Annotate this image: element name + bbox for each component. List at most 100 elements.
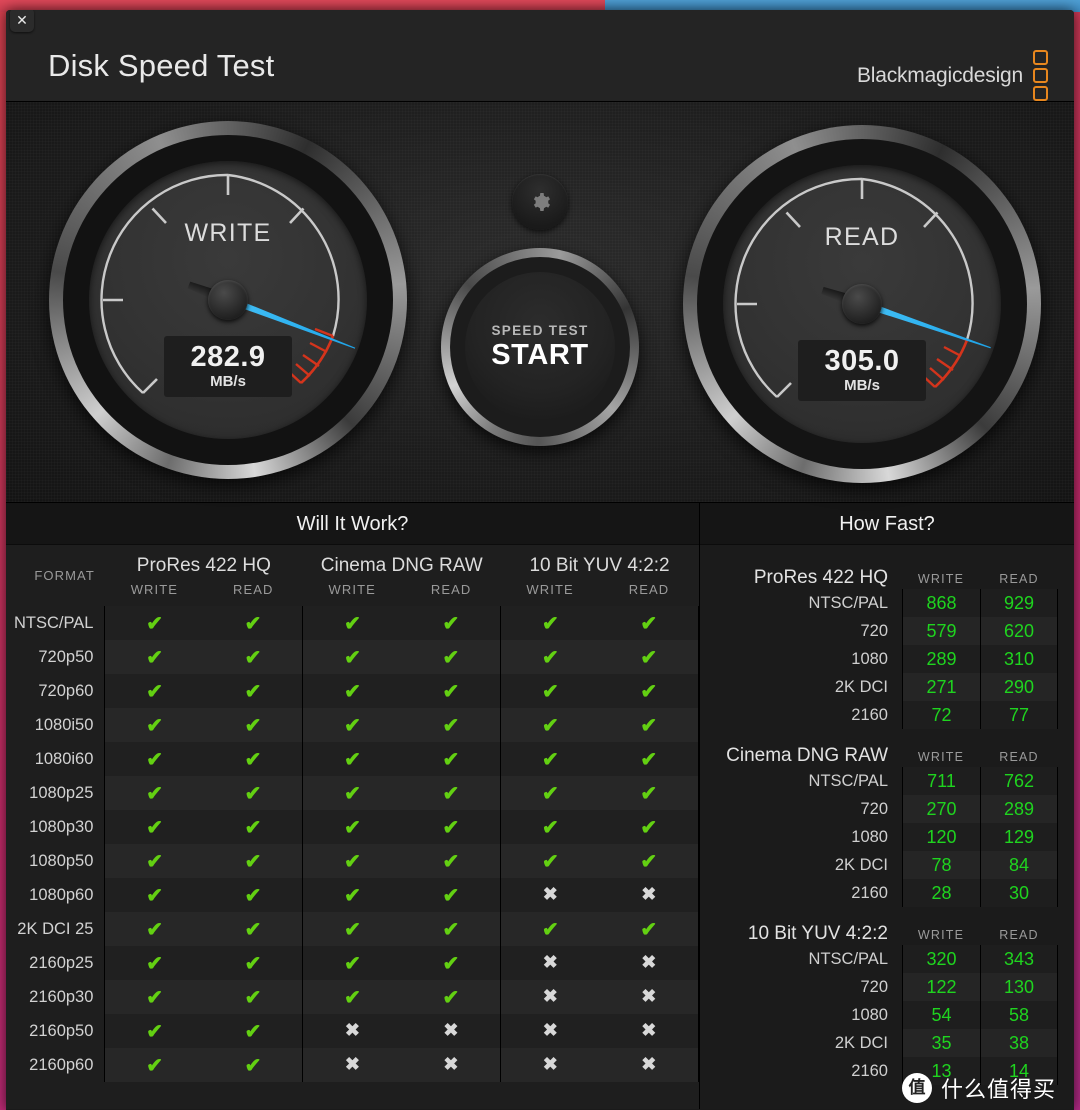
subheader-3: READ (430, 582, 472, 597)
cross-icon: ✖ (641, 1054, 657, 1074)
how-fast-col-write: WRITE (917, 572, 965, 586)
read-gauge-hub (842, 284, 882, 324)
cell-supported: ✔ (401, 776, 501, 810)
brand-text: Blackmagicdesign (856, 63, 1023, 87)
cell-supported: ✔ (401, 640, 501, 674)
check-icon: ✔ (442, 850, 460, 873)
cell-supported: ✔ (302, 878, 402, 912)
write-gauge: WRITE 282.9 MB/s (38, 120, 418, 480)
cell-supported: ✔ (302, 776, 402, 810)
cross-icon: ✖ (344, 1054, 361, 1074)
how-fast-col-write: WRITE (917, 928, 965, 942)
resolution-label: NTSC/PAL (808, 771, 888, 790)
read-gauge-label: READ (824, 223, 900, 251)
check-icon: ✔ (442, 714, 460, 737)
cell-supported: ✔ (500, 640, 600, 674)
cell-supported: ✔ (104, 1014, 204, 1048)
cell-supported: ✔ (302, 640, 402, 674)
watermark: 值 什么值得买 (901, 1072, 1056, 1104)
subheader-4: WRITE (526, 582, 574, 597)
cell-unsupported: ✖ (302, 1048, 402, 1082)
cell-supported: ✔ (203, 844, 303, 878)
format-label: 2160p25 (6, 946, 105, 980)
check-icon: ✔ (442, 816, 460, 839)
disk-speed-test-window: ✕ Disk Speed Test Blackmagicdesign WRITE… (6, 10, 1074, 1110)
cross-icon: ✖ (641, 986, 657, 1006)
format-label: 2160p60 (6, 1048, 105, 1082)
cross-icon: ✖ (542, 952, 558, 972)
cell-unsupported: ✖ (500, 1014, 600, 1048)
will-it-work-title: Will It Work? (6, 503, 699, 545)
cell-supported: ✔ (302, 912, 402, 946)
table-row: 720p50 ✔ ✔ ✔ ✔ ✔ ✔ (6, 640, 699, 674)
cell-supported: ✔ (104, 878, 204, 912)
cell-supported: ✔ (203, 912, 303, 946)
cell-supported: ✔ (302, 980, 402, 1014)
table-row: 1080p50 ✔ ✔ ✔ ✔ ✔ ✔ (6, 844, 699, 878)
resolution-label: 2K DCI (834, 855, 888, 874)
how-fast-row: NTSC/PAL 711 762 (700, 767, 1058, 795)
read-speed-value: 289 (980, 795, 1058, 823)
format-column-header: FORMAT (34, 568, 95, 583)
cell-unsupported: ✖ (500, 1048, 600, 1082)
write-unit: MB/s (210, 373, 246, 391)
how-fast-row: NTSC/PAL 868 929 (700, 589, 1058, 617)
format-label: 1080i60 (6, 742, 105, 776)
check-icon: ✔ (244, 850, 262, 873)
cell-supported: ✔ (302, 606, 402, 640)
write-speed-value: 270 (902, 795, 980, 823)
check-icon: ✔ (344, 816, 361, 839)
write-speed-value: 120 (902, 823, 980, 851)
cell-supported: ✔ (401, 878, 501, 912)
how-fast-panel: How Fast? ProRes 422 HQ WRITE READ NTSC/PAL… (700, 503, 1074, 1109)
check-icon: ✔ (442, 646, 460, 669)
how-fast-col-read: READ (999, 572, 1039, 586)
write-gauge-face: WRITE 282.9 MB/s (89, 161, 367, 439)
lower-section: Will It Work? FORMAT ProRes 422 HQ Cinem… (6, 503, 1074, 1109)
check-icon: ✔ (541, 680, 559, 703)
cross-icon: ✖ (542, 884, 558, 904)
check-icon: ✔ (146, 1054, 164, 1077)
cell-supported: ✔ (104, 640, 204, 674)
check-icon: ✔ (442, 748, 460, 771)
write-value: 282.9 (190, 341, 266, 373)
check-icon: ✔ (146, 986, 164, 1009)
check-icon: ✔ (541, 646, 559, 669)
subheader-5: READ (628, 582, 670, 597)
table-row: 1080p25 ✔ ✔ ✔ ✔ ✔ ✔ (6, 776, 699, 810)
close-icon[interactable]: ✕ (10, 10, 34, 32)
cell-supported: ✔ (401, 810, 501, 844)
resolution-label: 1080 (851, 649, 888, 668)
check-icon: ✔ (442, 952, 460, 975)
codec-header-row: FORMAT ProRes 422 HQ Cinema DNG RAW 10 B… (6, 545, 699, 583)
table-row: 2160p25 ✔ ✔ ✔ ✔ ✖ ✖ (6, 946, 699, 980)
write-speed-value: 271 (902, 673, 980, 701)
how-fast-group-header: Cinema DNG RAW WRITE READ (700, 733, 1058, 767)
read-speed-value: 129 (980, 823, 1058, 851)
cell-supported: ✔ (500, 606, 600, 640)
cell-supported: ✔ (599, 674, 699, 708)
cell-supported: ✔ (599, 776, 699, 810)
cross-icon: ✖ (542, 986, 558, 1006)
page-title: Disk Speed Test (48, 48, 275, 83)
cell-supported: ✔ (302, 674, 402, 708)
cell-supported: ✔ (599, 708, 699, 742)
how-fast-group: ProRes 422 HQ WRITE READ NTSC/PAL 868 929 720 5… (700, 555, 1058, 729)
check-icon: ✔ (244, 884, 262, 907)
check-icon: ✔ (146, 680, 164, 703)
cell-supported: ✔ (104, 946, 204, 980)
how-fast-group: Cinema DNG RAW WRITE READ NTSC/PAL 711 762 720… (700, 733, 1058, 907)
write-speed-value: 122 (902, 973, 980, 1001)
cell-unsupported: ✖ (599, 878, 699, 912)
codec-header-dng: Cinema DNG RAW (320, 555, 483, 576)
cell-supported: ✔ (302, 742, 402, 776)
read-speed-value: 343 (980, 945, 1058, 973)
cell-supported: ✔ (203, 776, 303, 810)
cell-supported: ✔ (203, 708, 303, 742)
cross-icon: ✖ (641, 1020, 657, 1040)
check-icon: ✔ (344, 680, 361, 703)
gear-icon[interactable] (512, 174, 568, 230)
speed-test-start-button[interactable]: SPEED TEST START (441, 248, 639, 446)
cell-unsupported: ✖ (302, 1014, 402, 1048)
cell-supported: ✔ (599, 606, 699, 640)
